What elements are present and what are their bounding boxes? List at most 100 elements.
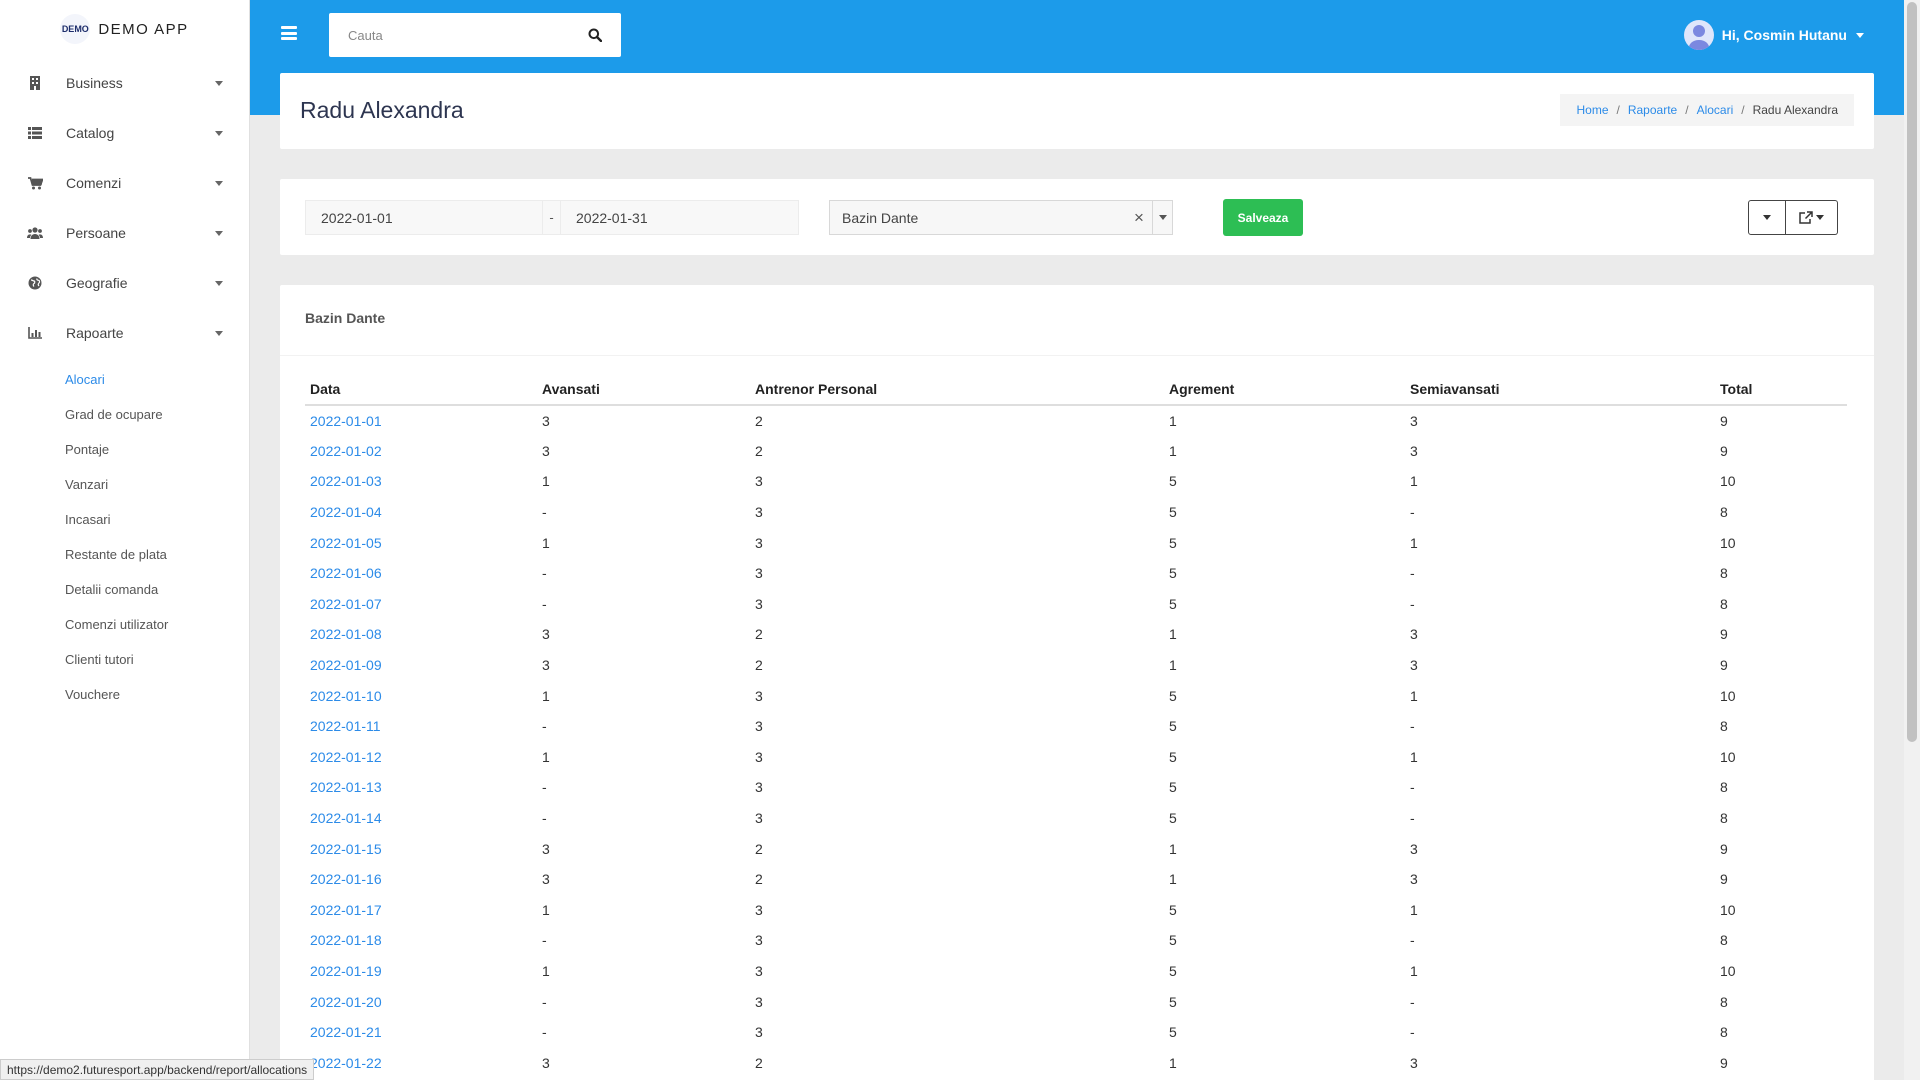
- cell-antrenor-personal: 3: [755, 748, 763, 765]
- breadcrumb-alocari[interactable]: Alocari: [1697, 103, 1734, 117]
- cell-avansati: 1: [542, 534, 550, 551]
- date-link[interactable]: 2022-01-20: [310, 994, 382, 1010]
- sidebar-subitem-grad-de-ocupare[interactable]: Grad de ocupare: [0, 397, 249, 432]
- page-scrollbar[interactable]: [1904, 0, 1920, 1080]
- chevron-down-icon: [215, 330, 223, 336]
- options-dropdown-button[interactable]: [1748, 200, 1786, 235]
- page-header-card: Radu Alexandra Home / Rapoarte / Alocari…: [280, 73, 1874, 149]
- date-link[interactable]: 2022-01-22: [310, 1055, 382, 1071]
- date-link[interactable]: 2022-01-17: [310, 902, 382, 918]
- external-link-button[interactable]: [1786, 200, 1838, 235]
- sidebar-item-catalog[interactable]: Catalog: [0, 108, 249, 158]
- table-row: 2022-01-04 - 3 5 - 8: [305, 497, 1847, 528]
- save-button[interactable]: Salveaza: [1223, 199, 1303, 236]
- cell-antrenor-personal: 3: [755, 779, 763, 796]
- date-link[interactable]: 2022-01-12: [310, 749, 382, 765]
- cell-semiavansati: 1: [1410, 962, 1418, 979]
- sidebar-item-label: Catalog: [66, 125, 115, 141]
- sidebar-item-business[interactable]: Business: [0, 58, 249, 108]
- date-link[interactable]: 2022-01-09: [310, 657, 382, 673]
- sidebar-item-persoane[interactable]: Persoane: [0, 208, 249, 258]
- column-header-semiavansati: Semiavansati: [1405, 373, 1715, 406]
- cell-semiavansati: -: [1410, 932, 1415, 949]
- cell-semiavansati: -: [1410, 504, 1415, 521]
- sidebar-subitem-clienti-tutori[interactable]: Clienti tutori: [0, 642, 249, 677]
- cell-antrenor-personal: 3: [755, 718, 763, 735]
- date-link[interactable]: 2022-01-18: [310, 932, 382, 948]
- cell-avansati: -: [542, 1024, 547, 1041]
- table-body: 2022-01-01 3 2 1 3 9 2022-01-02 3 2 1 3 9 2022-01-03…: [305, 405, 1847, 1078]
- date-link[interactable]: 2022-01-11: [310, 718, 381, 734]
- building-icon: [26, 75, 44, 91]
- cell-agrement: 5: [1169, 504, 1177, 521]
- cell-total: 8: [1720, 565, 1728, 582]
- sidebar-subitem-restante-de-plata[interactable]: Restante de plata: [0, 537, 249, 572]
- search-input[interactable]: [348, 27, 588, 43]
- cell-total: 8: [1720, 718, 1728, 735]
- table-row: 2022-01-18 - 3 5 - 8: [305, 925, 1847, 956]
- cell-semiavansati: 1: [1410, 687, 1418, 704]
- table-row: 2022-01-15 3 2 1 3 9: [305, 833, 1847, 864]
- sidebar-subitem-incasari[interactable]: Incasari: [0, 502, 249, 537]
- status-bar-url: https://demo2.futuresport.app/backend/re…: [0, 1059, 315, 1080]
- sidebar-item-rapoarte[interactable]: Rapoarte: [0, 308, 249, 358]
- table-row: 2022-01-12 1 3 5 1 10: [305, 742, 1847, 773]
- date-link[interactable]: 2022-01-05: [310, 535, 382, 551]
- date-link[interactable]: 2022-01-01: [310, 413, 382, 429]
- sidebar-item-geografie[interactable]: Geografie: [0, 258, 249, 308]
- date-from-input[interactable]: 2022-01-01: [305, 200, 543, 235]
- menu-toggle-icon[interactable]: [281, 26, 297, 40]
- sidebar-subitem-vanzari[interactable]: Vanzari: [0, 467, 249, 502]
- search-icon[interactable]: [588, 28, 602, 42]
- date-link[interactable]: 2022-01-02: [310, 443, 382, 459]
- cell-agrement: 1: [1169, 657, 1177, 674]
- cell-avansati: 1: [542, 748, 550, 765]
- scrollbar-thumb[interactable]: [1907, 2, 1917, 742]
- clear-icon[interactable]: ×: [1126, 208, 1152, 228]
- date-link[interactable]: 2022-01-07: [310, 596, 382, 612]
- cell-date: 2022-01-01: [305, 405, 537, 436]
- cell-semiavansati: 3: [1410, 657, 1418, 674]
- cell-semiavansati: 3: [1410, 840, 1418, 857]
- table-row: 2022-01-13 - 3 5 - 8: [305, 772, 1847, 803]
- cell-agrement: 5: [1169, 779, 1177, 796]
- date-link[interactable]: 2022-01-16: [310, 871, 382, 887]
- cell-date: 2022-01-12: [305, 742, 537, 773]
- date-to-input[interactable]: 2022-01-31: [560, 200, 799, 235]
- sidebar-subitem-detalii-comanda[interactable]: Detalii comanda: [0, 572, 249, 607]
- dropdown-toggle[interactable]: [1152, 201, 1172, 234]
- sidebar-subitem-pontaje[interactable]: Pontaje: [0, 432, 249, 467]
- cell-semiavansati: -: [1410, 718, 1415, 735]
- cell-total: 10: [1720, 748, 1736, 765]
- date-link[interactable]: 2022-01-04: [310, 504, 382, 520]
- cell-agrement: 1: [1169, 840, 1177, 857]
- date-link[interactable]: 2022-01-10: [310, 688, 382, 704]
- date-link[interactable]: 2022-01-21: [310, 1024, 382, 1040]
- date-link[interactable]: 2022-01-08: [310, 626, 382, 642]
- chevron-down-icon: [1158, 215, 1167, 220]
- date-link[interactable]: 2022-01-06: [310, 565, 382, 581]
- cell-total: 9: [1720, 626, 1728, 643]
- chevron-down-icon: [215, 180, 223, 186]
- cell-agrement: 5: [1169, 534, 1177, 551]
- date-link[interactable]: 2022-01-19: [310, 963, 382, 979]
- date-link[interactable]: 2022-01-15: [310, 841, 382, 857]
- date-link[interactable]: 2022-01-03: [310, 473, 382, 489]
- sidebar-subitem-comenzi-utilizator[interactable]: Comenzi utilizator: [0, 607, 249, 642]
- date-link[interactable]: 2022-01-14: [310, 810, 382, 826]
- breadcrumb-rapoarte[interactable]: Rapoarte: [1628, 103, 1677, 117]
- location-select[interactable]: Bazin Dante ×: [829, 200, 1173, 235]
- cell-avansati: 1: [542, 473, 550, 490]
- cell-agrement: 1: [1169, 626, 1177, 643]
- sidebar-item-label: Persoane: [66, 225, 126, 241]
- user-menu[interactable]: Hi, Cosmin Hutanu: [1683, 20, 1864, 50]
- sidebar-subitem-alocari[interactable]: Alocari: [0, 362, 249, 397]
- sidebar-subitem-vouchere[interactable]: Vouchere: [0, 677, 249, 712]
- breadcrumb-home[interactable]: Home: [1576, 103, 1608, 117]
- date-link[interactable]: 2022-01-13: [310, 779, 382, 795]
- brand[interactable]: DEMO DEMO APP: [0, 0, 249, 58]
- cell-avansati: 1: [542, 962, 550, 979]
- cell-semiavansati: 3: [1410, 1054, 1418, 1071]
- date-range-separator: -: [543, 200, 560, 235]
- sidebar-item-comenzi[interactable]: Comenzi: [0, 158, 249, 208]
